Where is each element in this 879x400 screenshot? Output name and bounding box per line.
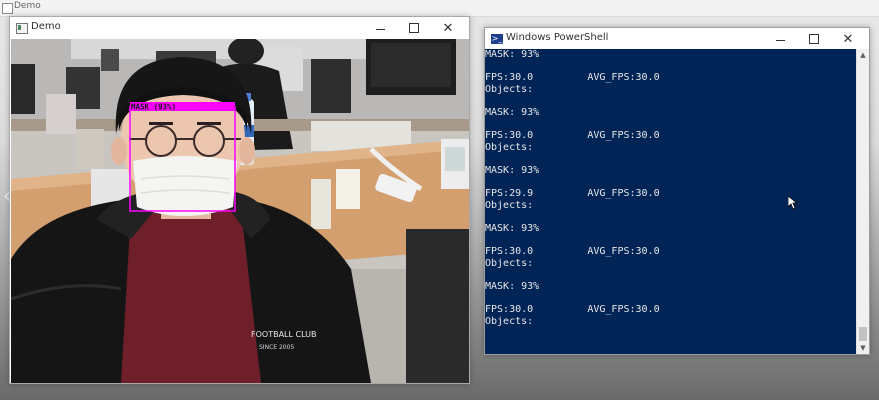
console-line: MASK: 93% xyxy=(485,280,540,292)
powershell-window-title: Windows PowerShell xyxy=(506,32,609,43)
maximize-icon xyxy=(409,23,419,33)
console-line: Objects: xyxy=(485,83,534,95)
ps-minimize-button[interactable] xyxy=(763,28,797,50)
console-line: MASK: 93% xyxy=(485,106,540,118)
console-line: FPS:30.0 AVG_FPS:30.0 xyxy=(485,130,660,142)
console-line: MASK: 93% xyxy=(485,49,540,60)
demo-window-title: Demo xyxy=(31,21,61,32)
vertical-scrollbar[interactable]: ▲ ▼ xyxy=(856,49,869,354)
camera-frame: MASK (93%) FOOTBALL CLUB SINCE 2005 xyxy=(11,39,469,383)
console-line: Objects: xyxy=(485,199,534,211)
console-output[interactable]: MASK: 93% FPS:30.0 AVG_FPS:30.0 Objects: … xyxy=(485,49,857,354)
console-line: Objects: xyxy=(485,141,534,153)
app-icon xyxy=(2,3,13,14)
ps-close-button[interactable]: ✕ xyxy=(831,28,865,50)
demo-app-icon xyxy=(16,23,28,34)
close-icon: ✕ xyxy=(842,31,854,47)
camera-feed: MASK (93%) FOOTBALL CLUB SINCE 2005 xyxy=(11,39,469,383)
scroll-up-icon[interactable]: ▲ xyxy=(857,49,869,61)
console-line: MASK: 93% xyxy=(485,164,540,176)
maximize-button[interactable] xyxy=(397,17,431,39)
console-line: MASK: 93% xyxy=(485,222,540,234)
close-button[interactable]: ✕ xyxy=(431,17,465,39)
powershell-prompt-icon: >_ xyxy=(491,34,503,43)
console-line: FPS:30.0 AVG_FPS:30.0 xyxy=(485,304,660,316)
minimize-icon xyxy=(775,39,785,41)
powershell-window: >_ Windows PowerShell ✕ MASK: 93% FPS:30… xyxy=(484,27,870,355)
minimize-icon xyxy=(375,28,385,30)
powershell-titlebar[interactable]: >_ Windows PowerShell ✕ xyxy=(485,28,869,50)
console-line: Objects: xyxy=(485,315,534,327)
demo-titlebar[interactable]: Demo ✕ xyxy=(10,17,469,39)
mouse-cursor-icon xyxy=(788,196,798,210)
console-line: FPS:29.9 AVG_FPS:30.0 xyxy=(485,188,660,200)
close-icon: ✕ xyxy=(442,20,454,36)
background-window-titlebar: Demo xyxy=(0,0,879,17)
jacket-text-2: SINCE 2005 xyxy=(259,344,294,351)
maximize-icon xyxy=(809,34,819,44)
background-window-title: Demo xyxy=(14,1,41,11)
console-text: MASK: 93% FPS:30.0 AVG_FPS:30.0 Objects: … xyxy=(485,49,857,327)
console-line: Objects: xyxy=(485,257,534,269)
scroll-thumb[interactable] xyxy=(859,327,867,341)
demo-window: Demo ✕ MASK (93%) FOOTBALL CLUB SINCE 20… xyxy=(9,16,470,384)
detection-label: MASK (93%) xyxy=(131,103,176,112)
minimize-button[interactable] xyxy=(363,17,397,39)
jacket-text-1: FOOTBALL CLUB xyxy=(251,330,317,339)
ps-maximize-button[interactable] xyxy=(797,28,831,50)
scroll-down-icon[interactable]: ▼ xyxy=(857,342,869,354)
console-line: FPS:30.0 AVG_FPS:30.0 xyxy=(485,72,660,84)
console-line: FPS:30.0 AVG_FPS:30.0 xyxy=(485,246,660,258)
